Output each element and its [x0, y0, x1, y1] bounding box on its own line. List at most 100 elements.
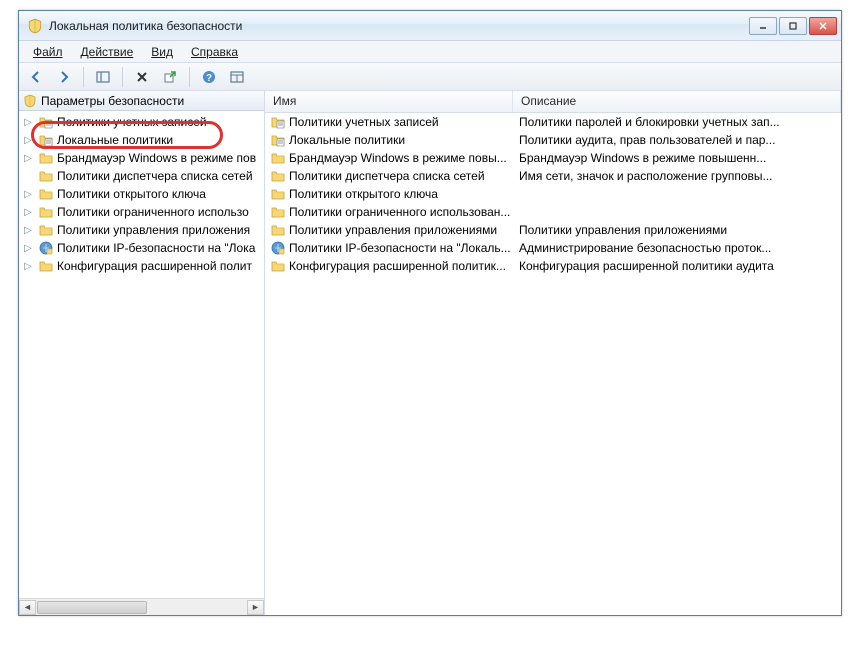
tree-item-label: Политики диспетчера списка сетей — [57, 169, 253, 183]
back-button[interactable] — [25, 66, 47, 88]
tree-item[interactable]: ▷Локальные политики — [19, 131, 264, 149]
row-name-label: Политики учетных записей — [289, 115, 439, 129]
content-area: Параметры безопасности ▷ Политики учетных… — [19, 91, 841, 615]
tree-pane: Параметры безопасности ▷ Политики учетных… — [19, 91, 265, 615]
show-hide-tree-button[interactable] — [92, 66, 114, 88]
list-row[interactable]: Политики IP-безопасности на "Локаль...Ад… — [265, 239, 841, 257]
list-row[interactable]: Политики ограниченного использован... — [265, 203, 841, 221]
expand-icon[interactable]: ▷ — [23, 225, 33, 235]
menu-file[interactable]: Файл — [25, 43, 71, 61]
forward-button[interactable] — [53, 66, 75, 88]
horizontal-scrollbar[interactable]: ◄ ► — [19, 598, 264, 615]
cell-description: Конфигурация расширенной политики аудита — [513, 259, 841, 273]
list-row[interactable]: Политики управления приложениямиПолитики… — [265, 221, 841, 239]
menu-view[interactable]: Вид — [143, 43, 181, 61]
list-row[interactable]: Конфигурация расширенной политик... Конфи… — [265, 257, 841, 275]
expand-icon[interactable]: ▷ — [23, 135, 33, 145]
expand-icon[interactable]: ▷ — [23, 207, 33, 217]
cell-description: Политики паролей и блокировки учетных за… — [513, 115, 841, 129]
tree-item[interactable]: ▷ Брандмауэр Windows в режиме пов — [19, 149, 264, 167]
ipsec-icon — [39, 241, 53, 255]
menubar: Файл Действие Вид Справка — [19, 41, 841, 63]
tree-item[interactable]: ▷ Политики открытого ключа — [19, 185, 264, 203]
folder-icon — [271, 205, 285, 219]
menu-action[interactable]: Действие — [73, 43, 142, 61]
tree-root-label: Параметры безопасности — [41, 94, 184, 108]
tree-item-label: Брандмауэр Windows в режиме пов — [57, 151, 256, 165]
expand-icon[interactable]: ▷ — [23, 261, 33, 271]
export-button[interactable] — [159, 66, 181, 88]
tree-item[interactable]: ▷ Политики управления приложения — [19, 221, 264, 239]
cell-name: Политики открытого ключа — [265, 187, 513, 201]
menu-help[interactable]: Справка — [183, 43, 246, 61]
row-name-label: Политики ограниченного использован... — [289, 205, 510, 219]
tree-item[interactable]: ▷ Конфигурация расширенной полит — [19, 257, 264, 275]
cell-name: Политики управления приложениями — [265, 223, 513, 237]
expand-icon[interactable]: ▷ — [23, 243, 33, 253]
cell-description: Политики аудита, прав пользователей и па… — [513, 133, 841, 147]
folder-icon — [271, 169, 285, 183]
policy-icon — [271, 115, 285, 129]
list-row[interactable]: Политики диспетчера списка сетейИмя сети… — [265, 167, 841, 185]
cell-name: Политики диспетчера списка сетей — [265, 169, 513, 183]
row-name-label: Брандмауэр Windows в режиме повы... — [289, 151, 507, 165]
help-button[interactable]: ? — [198, 66, 220, 88]
scroll-right-arrow[interactable]: ► — [247, 600, 264, 615]
column-name[interactable]: Имя — [265, 91, 513, 112]
expand-icon[interactable]: ▷ — [23, 117, 33, 127]
tree-item[interactable]: Политики диспетчера списка сетей — [19, 167, 264, 185]
folder-icon — [39, 151, 53, 165]
row-name-label: Конфигурация расширенной политик... — [289, 259, 506, 273]
row-name-label: Политики IP-безопасности на "Локаль... — [289, 241, 511, 255]
expand-icon[interactable]: ▷ — [23, 153, 33, 163]
minimize-button[interactable] — [749, 17, 777, 35]
tree-item-label: Политики управления приложения — [57, 223, 250, 237]
expand-icon[interactable]: ▷ — [23, 189, 33, 199]
tree-item[interactable]: ▷ Политики учетных записей — [19, 113, 264, 131]
properties-button[interactable] — [226, 66, 248, 88]
cell-description: Администрирование безопасностью проток..… — [513, 241, 841, 255]
tree-item-label: Политики учетных записей — [57, 115, 207, 129]
policy-icon — [39, 133, 53, 147]
list-row[interactable]: Политики учетных записей Политики паролей… — [265, 113, 841, 131]
toolbar: ? — [19, 63, 841, 91]
list-row[interactable]: Политики открытого ключа — [265, 185, 841, 203]
scroll-left-arrow[interactable]: ◄ — [19, 600, 36, 615]
folder-icon — [39, 205, 53, 219]
list-row[interactable]: Локальные политики Политики аудита, прав … — [265, 131, 841, 149]
policy-icon — [271, 133, 285, 147]
app-window: Локальная политика безопасности Файл Дей… — [18, 10, 842, 616]
row-name-label: Локальные политики — [289, 133, 405, 147]
titlebar[interactable]: Локальная политика безопасности — [19, 11, 841, 41]
tree-item-label: Конфигурация расширенной полит — [57, 259, 252, 273]
svg-text:?: ? — [206, 73, 212, 84]
cell-name: Локальные политики — [265, 133, 513, 147]
app-icon — [27, 18, 43, 34]
cell-name: Политики ограниченного использован... — [265, 205, 513, 219]
folder-icon — [271, 187, 285, 201]
list-body[interactable]: Политики учетных записей Политики паролей… — [265, 113, 841, 615]
delete-button[interactable] — [131, 66, 153, 88]
list-row[interactable]: Брандмауэр Windows в режиме повы... Бранд… — [265, 149, 841, 167]
folder-icon — [39, 223, 53, 237]
tree-item[interactable]: ▷ Политики IP-безопасности на "Лока — [19, 239, 264, 257]
close-button[interactable] — [809, 17, 837, 35]
folder-icon — [271, 151, 285, 165]
tree-item-label: Политики ограниченного использо — [57, 205, 249, 219]
maximize-button[interactable] — [779, 17, 807, 35]
cell-description: Брандмауэр Windows в режиме повышенн... — [513, 151, 841, 165]
scroll-thumb[interactable] — [37, 601, 147, 614]
tree-item[interactable]: ▷ Политики ограниченного использо — [19, 203, 264, 221]
cell-name: Брандмауэр Windows в режиме повы... — [265, 151, 513, 165]
policy-icon — [39, 115, 53, 129]
tree-view[interactable]: ▷ Политики учетных записей ▷Локальные поли… — [19, 111, 264, 598]
folder-icon — [39, 187, 53, 201]
tree-root[interactable]: Параметры безопасности — [19, 91, 264, 111]
tree-item-label: Политики открытого ключа — [57, 187, 206, 201]
row-name-label: Политики диспетчера списка сетей — [289, 169, 485, 183]
tree-item-label: Политики IP-безопасности на "Лока — [57, 241, 255, 255]
scroll-track[interactable] — [36, 600, 247, 615]
cell-description: Политики управления приложениями — [513, 223, 841, 237]
column-description[interactable]: Описание — [513, 91, 841, 112]
ipsec-icon — [271, 241, 285, 255]
